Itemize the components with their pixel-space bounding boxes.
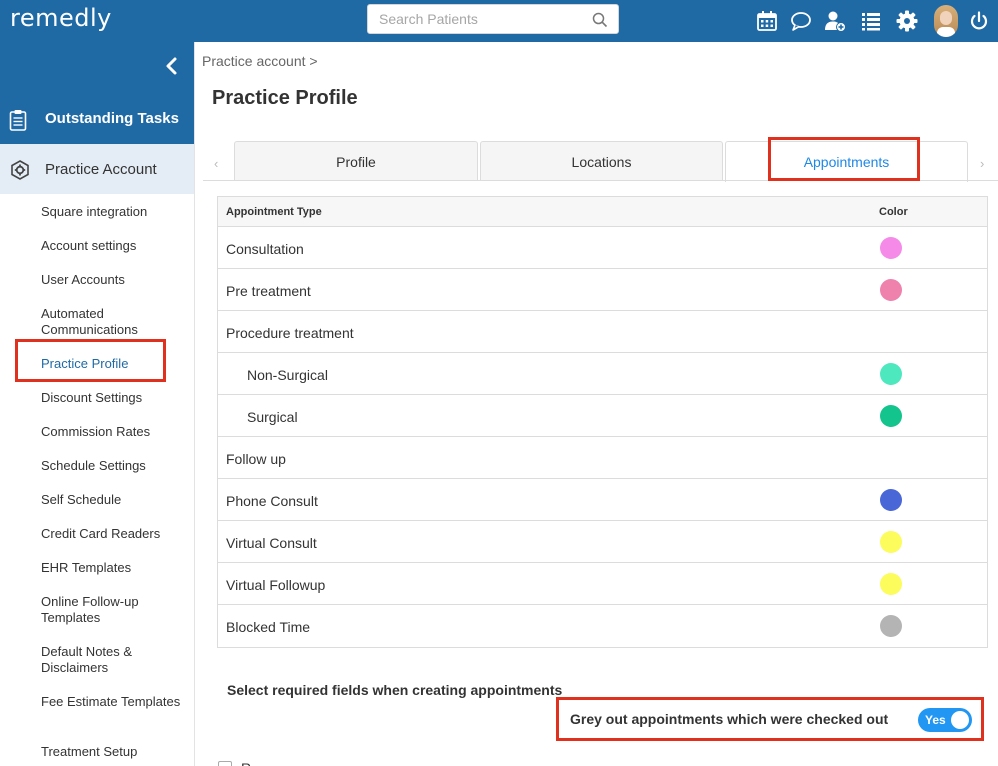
sidebar-subitem-credit-card-readers[interactable]: Credit Card Readers (41, 526, 191, 542)
top-bar: remedly (0, 0, 998, 42)
color-swatch[interactable] (880, 279, 902, 301)
power-icon[interactable] (968, 10, 990, 32)
sidebar-subitem-schedule-settings[interactable]: Schedule Settings (41, 458, 191, 474)
search-icon[interactable] (592, 12, 608, 28)
list-icon[interactable] (860, 10, 882, 32)
color-swatch[interactable] (880, 237, 902, 259)
sidebar-item-outstanding-tasks[interactable]: Outstanding Tasks (0, 102, 194, 138)
table-row[interactable]: Pre treatment (218, 269, 987, 311)
sidebar-subitem-self-schedule[interactable]: Self Schedule (41, 492, 191, 508)
color-swatch[interactable] (880, 489, 902, 511)
chevron-left-icon[interactable] (163, 56, 181, 76)
table-row[interactable]: Blocked Time (218, 605, 987, 647)
table-row[interactable]: Phone Consult (218, 479, 987, 521)
column-header-type: Appointment Type (226, 206, 322, 218)
remedly-logo[interactable]: remedly (10, 4, 112, 32)
search-input[interactable] (379, 5, 589, 33)
sidebar-subitem-account-settings[interactable]: Account settings (41, 238, 191, 254)
sidebar-subitem-online-follow-up-templates[interactable]: Online Follow-up Templates (41, 594, 191, 626)
color-swatch[interactable] (880, 363, 902, 385)
appointment-type-name: Phone Consult (226, 493, 318, 509)
required-field-checkbox[interactable] (218, 761, 232, 766)
user-avatar[interactable] (934, 5, 958, 37)
table-row[interactable]: Surgical (218, 395, 987, 437)
settings-box-icon (11, 160, 29, 180)
sidebar-subitem-default-notes[interactable]: Default Notes & Disclaimers (41, 644, 191, 676)
appointment-type-name: Virtual Followup (226, 577, 326, 593)
required-fields-title: Select required fields when creating app… (227, 682, 563, 698)
column-header-color: Color (879, 206, 908, 218)
sidebar: Outstanding Tasks Practice Account Squar… (0, 42, 194, 766)
table-row[interactable]: Non-Surgical (218, 353, 987, 395)
page-title: Practice Profile (212, 87, 358, 109)
avatar-face (940, 11, 952, 25)
appointment-type-name: Pre treatment (226, 283, 311, 299)
add-user-icon[interactable] (824, 10, 846, 32)
table-row[interactable]: Procedure treatment (218, 311, 987, 353)
table-body: Consultation Pre treatment Procedure treat… (218, 227, 987, 647)
highlight-box-practice-profile (15, 339, 166, 382)
sidebar-item-label: Outstanding Tasks (45, 110, 179, 127)
appointment-type-name: Virtual Consult (226, 535, 317, 551)
table-row[interactable]: Follow up (218, 437, 987, 479)
color-swatch[interactable] (880, 615, 902, 637)
gear-icon[interactable] (896, 10, 918, 32)
tab-locations[interactable]: Locations (480, 141, 723, 181)
sidebar-subitem-commission-rates[interactable]: Commission Rates (41, 424, 191, 440)
appointment-type-name: Follow up (226, 451, 286, 467)
tabs-scroll-left-icon[interactable]: ‹ (214, 156, 218, 171)
avatar-shirt (937, 27, 955, 37)
chat-icon[interactable] (790, 10, 812, 32)
sidebar-subitem-automated-communications[interactable]: Automated Communications (41, 306, 191, 338)
color-swatch[interactable] (880, 405, 902, 427)
appointment-type-name: Surgical (247, 409, 298, 425)
calendar-icon[interactable] (756, 10, 778, 32)
appointment-type-name: Consultation (226, 241, 304, 257)
color-swatch[interactable] (880, 573, 902, 595)
required-field-checkbox-label: R (241, 760, 251, 766)
sidebar-item-label: Practice Account (45, 161, 157, 178)
appointment-type-name: Blocked Time (226, 619, 311, 635)
sidebar-subitem-ehr-templates[interactable]: EHR Templates (41, 560, 191, 576)
appointment-type-name: Non-Surgical (247, 367, 328, 383)
tab-profile[interactable]: Profile (234, 141, 478, 181)
table-row[interactable]: Virtual Consult (218, 521, 987, 563)
patient-search[interactable] (367, 4, 619, 34)
table-header: Appointment Type Color (218, 197, 987, 227)
sidebar-header: Outstanding Tasks (0, 42, 194, 144)
table-row[interactable]: Virtual Followup (218, 563, 987, 605)
highlight-box-grey-out (556, 697, 984, 741)
logo-text: remedly (10, 4, 112, 32)
sidebar-subitem-discount-settings[interactable]: Discount Settings (41, 390, 191, 406)
sidebar-subitem-square-integration[interactable]: Square integration (41, 204, 191, 220)
color-swatch[interactable] (880, 531, 902, 553)
sidebar-subitem-treatment-setup[interactable]: Treatment Setup (41, 744, 191, 760)
breadcrumb[interactable]: Practice account > (202, 53, 318, 69)
clipboard-icon (9, 110, 27, 131)
appointment-types-table: Appointment Type Color Consultation Pre t… (217, 196, 988, 648)
sidebar-subitem-user-accounts[interactable]: User Accounts (41, 272, 191, 288)
appointment-type-name: Procedure treatment (226, 325, 354, 341)
highlight-box-appointments-tab (768, 137, 920, 181)
table-row[interactable]: Consultation (218, 227, 987, 269)
sidebar-item-practice-account[interactable]: Practice Account (0, 144, 194, 194)
tabs-scroll-right-icon[interactable]: › (980, 156, 984, 171)
sidebar-subitem-fee-estimate-templates[interactable]: Fee Estimate Templates (41, 694, 191, 710)
